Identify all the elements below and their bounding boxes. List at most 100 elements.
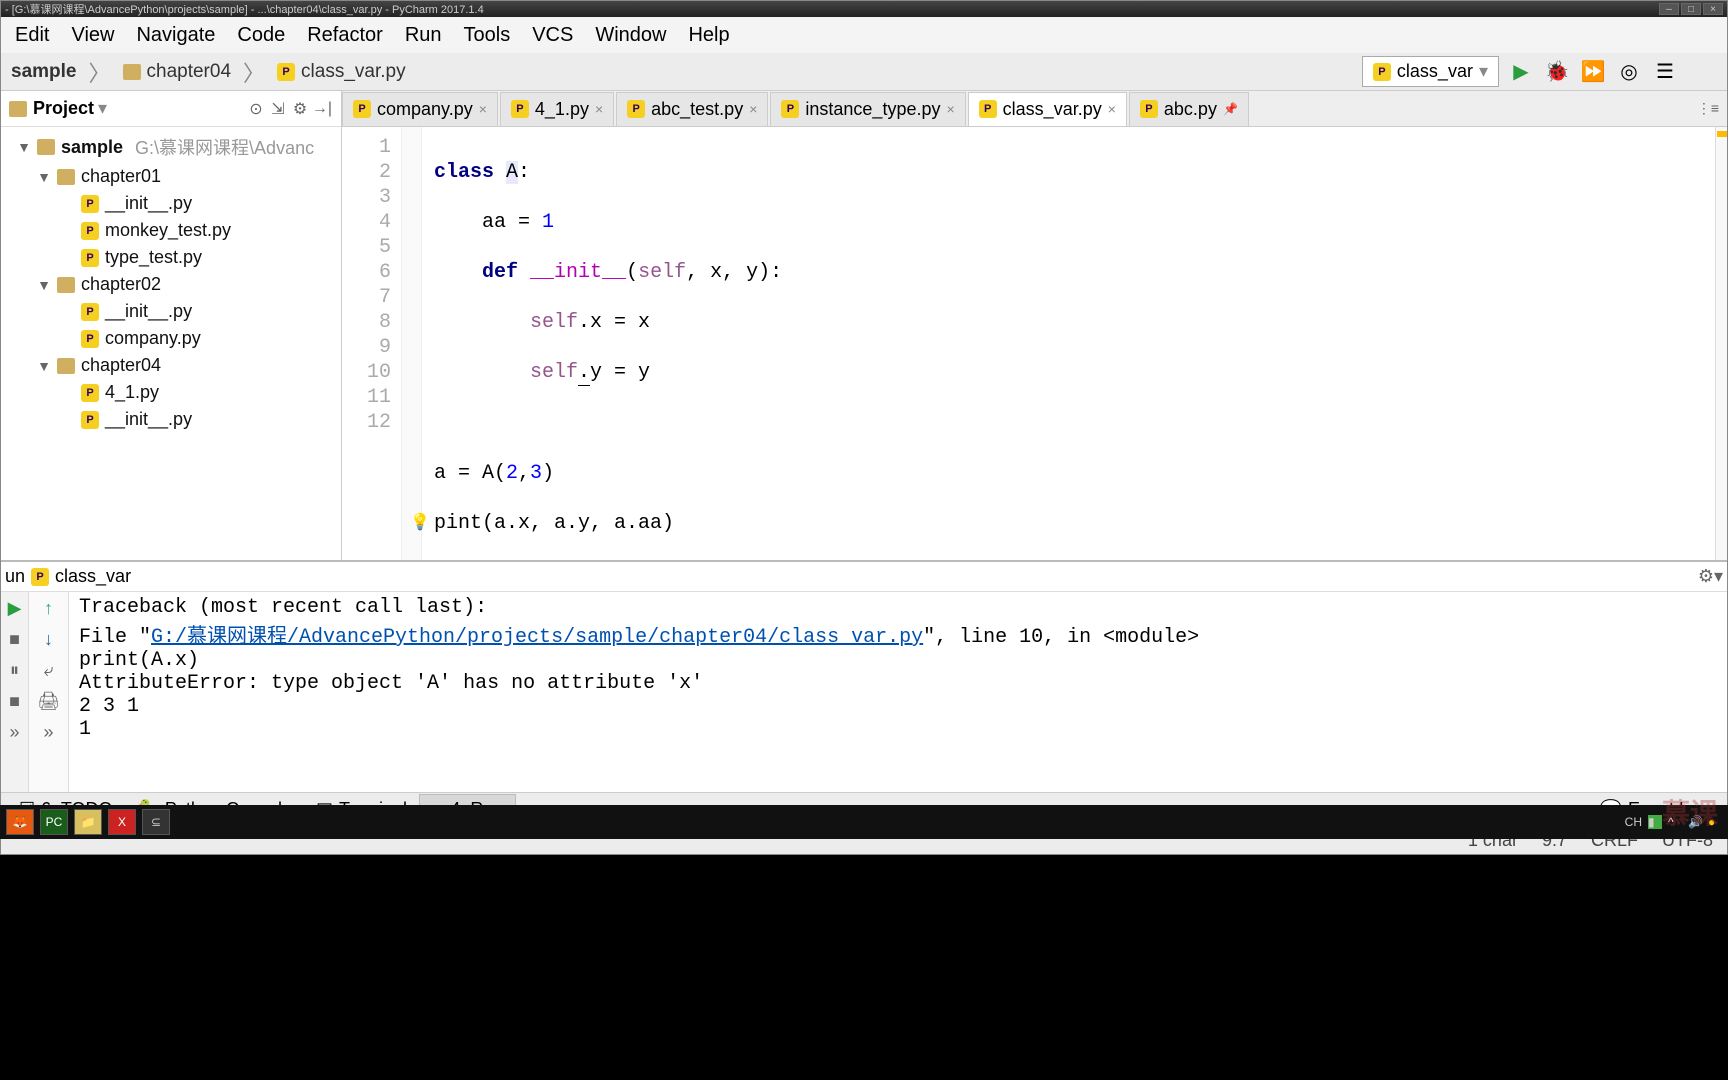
tree-file[interactable]: P __init__.py: [1, 190, 341, 217]
down-arrow-icon[interactable]: ↓: [44, 629, 53, 650]
run-config-select[interactable]: P class_var ▾: [1362, 56, 1499, 87]
volume-icon[interactable]: 🔊: [1688, 815, 1702, 829]
menu-edit[interactable]: Edit: [5, 20, 59, 51]
python-file-icon: P: [81, 249, 99, 267]
up-arrow-icon[interactable]: ↑: [44, 598, 53, 619]
expand-icon[interactable]: »: [9, 722, 19, 743]
battery-icon[interactable]: ▮: [1648, 815, 1662, 829]
code-lines[interactable]: class A: aa = 1 def __init__(self, x, y)…: [422, 127, 1727, 560]
close-window-button[interactable]: ×: [1703, 3, 1723, 15]
tab-4_1[interactable]: P 4_1.py ×: [500, 92, 614, 126]
tree-file[interactable]: P 4_1.py: [1, 379, 341, 406]
python-file-icon: P: [627, 100, 645, 118]
file-link[interactable]: G:/慕课网课程/AdvancePython/projects/sample/c…: [151, 626, 923, 649]
bulb-icon[interactable]: 💡: [410, 511, 430, 536]
console-line: 1: [79, 718, 1717, 741]
fold-column[interactable]: [402, 127, 422, 560]
menu-run[interactable]: Run: [395, 20, 452, 51]
python-file-icon: P: [81, 330, 99, 348]
tab-abc_test[interactable]: P abc_test.py ×: [616, 92, 768, 126]
ime-indicator[interactable]: CH: [1625, 815, 1642, 829]
chevron-down-icon[interactable]: ▼: [37, 358, 51, 374]
console-line: print(A.x): [79, 649, 1717, 672]
menu-vcs[interactable]: VCS: [522, 20, 583, 51]
rerun-icon[interactable]: ▶: [8, 598, 22, 619]
debug-button[interactable]: 🐞: [1543, 58, 1571, 86]
tree-file[interactable]: P company.py: [1, 325, 341, 352]
tree-file[interactable]: P monkey_test.py: [1, 217, 341, 244]
chevron-down-icon[interactable]: ▼: [37, 169, 51, 185]
sublime-icon[interactable]: ⊆: [142, 809, 170, 835]
python-file-icon: P: [979, 100, 997, 118]
tree-file[interactable]: P __init__.py: [1, 406, 341, 433]
breadcrumb-file[interactable]: P class_var.py: [267, 57, 416, 87]
breadcrumb-sample[interactable]: sample: [1, 57, 86, 87]
chevron-right-icon: 〉: [86, 56, 112, 88]
tabs-overflow[interactable]: ⋮≡: [1689, 100, 1727, 117]
chevron-down-icon[interactable]: ▾: [98, 98, 107, 119]
tab-instance_type[interactable]: P instance_type.py ×: [770, 92, 965, 126]
minimize-button[interactable]: –: [1659, 3, 1679, 15]
pause-icon[interactable]: ⏸: [10, 660, 19, 681]
tree-file[interactable]: P __init__.py: [1, 298, 341, 325]
chevron-down-icon: ▾: [1479, 61, 1488, 82]
menu-window[interactable]: Window: [585, 20, 676, 51]
project-sidebar: Project ▾ ⊙ ⇲ ⚙ →| ▼ sample G:\慕课网课程\Adv…: [1, 91, 342, 560]
coverage-button[interactable]: ⏩: [1579, 58, 1607, 86]
pycharm-icon[interactable]: PC: [40, 809, 68, 835]
gear-icon[interactable]: ⚙▾: [1698, 566, 1723, 587]
network-icon[interactable]: ●: [1708, 815, 1722, 829]
collapse-all-icon[interactable]: ⇲: [267, 98, 289, 120]
tab-abc[interactable]: P abc.py 📌: [1129, 92, 1249, 126]
concurrency-button[interactable]: ☰: [1651, 58, 1679, 86]
run-button[interactable]: ▶: [1507, 58, 1535, 86]
tab-close-icon[interactable]: ×: [595, 101, 603, 117]
project-label[interactable]: Project: [33, 98, 94, 119]
menu-help[interactable]: Help: [678, 20, 739, 51]
profiler-button[interactable]: ◎: [1615, 58, 1643, 86]
code-editor[interactable]: 1 2 3 4 5 6 7 8 9 10 11 12 class A: aa =…: [342, 127, 1727, 560]
tree-folder-chapter04[interactable]: ▼ chapter04: [1, 352, 341, 379]
tree-root[interactable]: ▼ sample G:\慕课网课程\Advanc: [1, 131, 341, 163]
stop-icon[interactable]: ■: [9, 629, 20, 650]
hide-icon[interactable]: →|: [311, 98, 333, 120]
pin-icon[interactable]: 📌: [1223, 102, 1238, 116]
menu-navigate[interactable]: Navigate: [126, 20, 225, 51]
tray-up-icon[interactable]: ^: [1668, 815, 1682, 829]
console-output[interactable]: Traceback (most recent call last): File …: [69, 592, 1727, 792]
more-icon[interactable]: »: [43, 722, 53, 743]
aim-icon[interactable]: ⊙: [245, 98, 267, 120]
print-icon[interactable]: 🖨: [37, 691, 60, 712]
menu-tools[interactable]: Tools: [454, 20, 521, 51]
error-stripe[interactable]: [1715, 127, 1727, 560]
console-error-line: AttributeError: type object 'A' has no a…: [79, 672, 1717, 695]
editor-tabs: P company.py × P 4_1.py × P abc_test.py …: [342, 91, 1727, 127]
console-line: Traceback (most recent call last):: [79, 596, 1717, 619]
maximize-button[interactable]: □: [1681, 3, 1701, 15]
menubar: Edit View Navigate Code Refactor Run Too…: [1, 17, 1727, 53]
chevron-down-icon[interactable]: ▼: [17, 139, 31, 155]
breadcrumb-chapter04[interactable]: chapter04: [113, 57, 242, 87]
stop-button[interactable]: [1687, 58, 1715, 86]
tab-company[interactable]: P company.py ×: [342, 92, 498, 126]
tree-folder-chapter01[interactable]: ▼ chapter01: [1, 163, 341, 190]
tree-folder-chapter02[interactable]: ▼ chapter02: [1, 271, 341, 298]
chevron-down-icon[interactable]: ▼: [37, 277, 51, 293]
tab-close-icon[interactable]: ×: [749, 101, 757, 117]
tab-close-icon[interactable]: ×: [1108, 101, 1116, 117]
tree-file[interactable]: P type_test.py: [1, 244, 341, 271]
tab-close-icon[interactable]: ×: [946, 101, 954, 117]
xshell-icon[interactable]: X: [108, 809, 136, 835]
gear-icon[interactable]: ⚙: [289, 98, 311, 120]
tab-close-icon[interactable]: ×: [479, 101, 487, 117]
tab-class_var[interactable]: P class_var.py ×: [968, 92, 1127, 126]
firefox-icon[interactable]: 🦊: [6, 809, 34, 835]
soft-wrap-icon[interactable]: ⤶: [43, 660, 53, 681]
python-file-icon: P: [781, 100, 799, 118]
menu-code[interactable]: Code: [227, 20, 295, 51]
python-file-icon: P: [81, 384, 99, 402]
explorer-icon[interactable]: 📁: [74, 809, 102, 835]
close-icon[interactable]: ■: [9, 691, 20, 712]
menu-refactor[interactable]: Refactor: [297, 20, 393, 51]
menu-view[interactable]: View: [61, 20, 124, 51]
